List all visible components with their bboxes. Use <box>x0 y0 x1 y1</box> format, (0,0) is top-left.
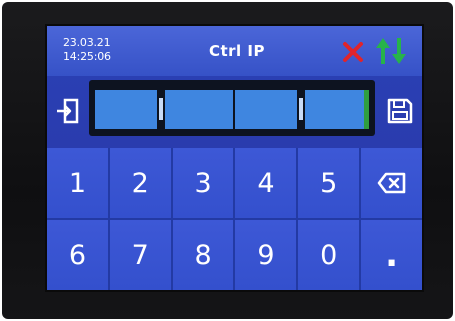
save-floppy-icon[interactable] <box>385 96 415 126</box>
key-dot[interactable]: . <box>361 220 422 290</box>
octet-separator <box>159 98 163 120</box>
key-3[interactable]: 3 <box>172 148 234 218</box>
ip-octet-4[interactable] <box>305 90 369 129</box>
header-bar: 23.03.21 14:25:06 Ctrl IP <box>47 26 422 76</box>
backspace-button[interactable] <box>361 148 422 218</box>
key-2[interactable]: 2 <box>109 148 171 218</box>
up-down-arrows-icon[interactable] <box>374 36 408 66</box>
time-text: 14:25:06 <box>63 50 111 63</box>
datetime: 23.03.21 14:25:06 <box>63 36 111 64</box>
octet-separator <box>299 98 303 120</box>
page-title: Ctrl IP <box>208 42 265 60</box>
ip-address-display <box>89 80 375 136</box>
ip-entry-row <box>47 76 422 148</box>
key-5[interactable]: 5 <box>298 148 360 218</box>
ip-octet-3[interactable] <box>235 90 297 129</box>
touch-screen: 23.03.21 14:25:06 Ctrl IP 1 2 3 4 5 6 7 … <box>47 26 422 290</box>
key-4[interactable]: 4 <box>235 148 297 218</box>
key-1[interactable]: 1 <box>47 148 108 218</box>
numeric-keypad: 1 2 3 4 5 6 7 8 9 0 . <box>47 148 422 290</box>
key-6[interactable]: 6 <box>47 220 108 290</box>
close-x-icon[interactable] <box>341 40 365 64</box>
ip-octet-1[interactable] <box>95 90 157 129</box>
backspace-icon <box>377 172 405 194</box>
key-9[interactable]: 9 <box>235 220 297 290</box>
key-0[interactable]: 0 <box>298 220 360 290</box>
ip-octet-2[interactable] <box>165 90 233 129</box>
date-text: 23.03.21 <box>63 36 111 49</box>
key-8[interactable]: 8 <box>172 220 234 290</box>
exit-icon[interactable] <box>53 96 83 126</box>
key-7[interactable]: 7 <box>109 220 171 290</box>
